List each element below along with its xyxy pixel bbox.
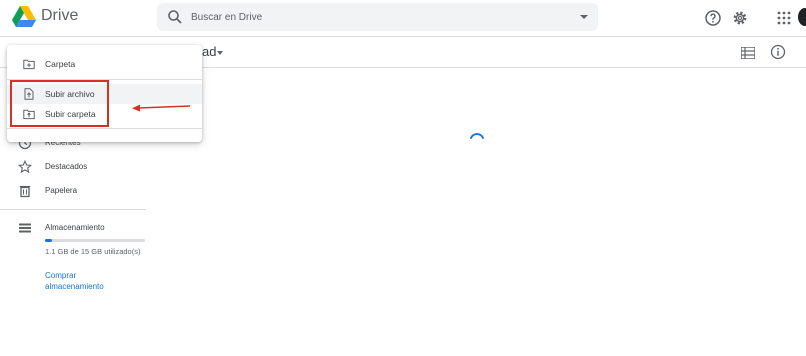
sidebar-item-label: Destacados	[45, 162, 88, 171]
storage-usage-fill	[45, 239, 53, 242]
buy-storage-link[interactable]: Comprar almacenamiento	[45, 270, 135, 292]
drive-logo-icon[interactable]	[12, 6, 36, 28]
list-view-icon[interactable]	[741, 47, 755, 59]
top-bar: Drive	[0, 0, 806, 37]
info-icon[interactable]	[770, 44, 786, 60]
help-icon[interactable]	[704, 9, 722, 27]
new-folder-icon	[23, 59, 35, 70]
sidebar-item-almacenamiento[interactable]: Almacenamiento	[0, 219, 146, 239]
menu-item-label: Carpeta	[45, 59, 76, 69]
search-icon[interactable]	[167, 9, 183, 25]
annotation-arrow-icon	[132, 104, 190, 112]
storage-label: Almacenamiento	[45, 223, 105, 232]
gear-icon[interactable]	[731, 9, 749, 27]
trash-icon	[19, 185, 31, 198]
sidebar-item-label: Papelera	[45, 186, 78, 195]
app-name[interactable]: Drive	[41, 7, 78, 25]
search-input[interactable]	[191, 3, 551, 31]
star-icon	[18, 160, 32, 174]
search-options-caret-icon[interactable]	[580, 15, 588, 19]
chevron-down-icon[interactable]	[217, 51, 223, 55]
location-title[interactable]: ad	[202, 44, 216, 59]
avatar[interactable]	[798, 8, 806, 26]
storage-usage-text: 1.1 GB de 15 GB utilizado(s)	[45, 247, 141, 256]
storage-icon	[19, 223, 31, 233]
menu-divider	[7, 128, 202, 129]
search-bar[interactable]	[157, 3, 598, 31]
menu-item-carpeta[interactable]: Carpeta	[7, 54, 202, 74]
loading-spinner-icon	[470, 133, 484, 139]
sidebar-divider	[0, 209, 146, 210]
storage-usage-bar	[45, 239, 145, 242]
sidebar-item-destacados[interactable]: Destacados	[0, 158, 146, 178]
annotation-highlight-box	[10, 80, 109, 127]
sidebar-item-papelera[interactable]: Papelera	[0, 182, 146, 202]
apps-grid-icon[interactable]	[775, 9, 793, 27]
